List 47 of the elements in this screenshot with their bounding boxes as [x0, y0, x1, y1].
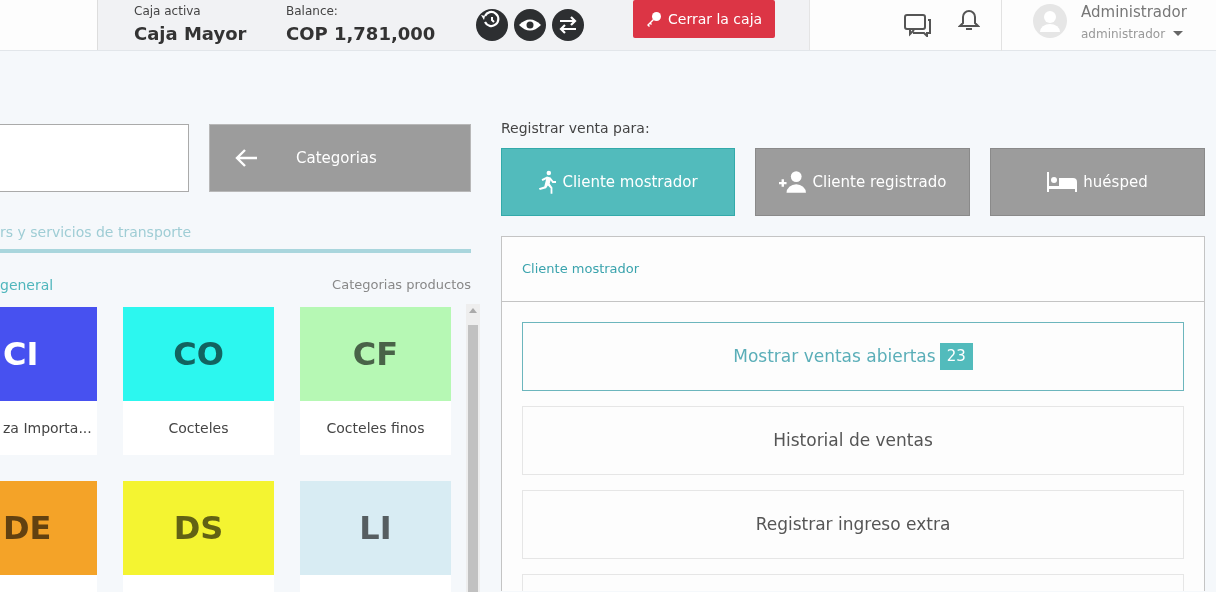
menu-option[interactable]: Historial de ventas [522, 406, 1184, 475]
eye-icon[interactable] [514, 9, 546, 41]
count-badge: 23 [939, 343, 973, 370]
search-field[interactable] [0, 124, 189, 192]
tile-initials: CI [3, 334, 39, 375]
bell-icon[interactable] [958, 8, 980, 32]
panel-title: Cliente mostrador [522, 260, 640, 279]
breadcrumb-link[interactable]: general [0, 275, 54, 296]
menu-option[interactable]: Mostrar ventas abiertas 23 [522, 322, 1184, 391]
active-register-label: Caja activa [134, 4, 202, 18]
tile-initials: DS [173, 508, 224, 549]
running-person-icon [538, 170, 557, 194]
customer-type-button[interactable]: Cliente registrado [755, 148, 970, 216]
add-user-icon [778, 171, 807, 193]
arrow-left-icon [234, 148, 258, 168]
tile-initials: CO [173, 334, 224, 375]
user-role: administrador [1081, 26, 1166, 44]
tile-initials: DE [3, 508, 52, 549]
tile-initials: CF [352, 334, 399, 375]
key-icon [646, 11, 662, 27]
caret-icon[interactable] [1173, 31, 1184, 38]
user-name: Administrador [1081, 1, 1187, 23]
category-tile[interactable]: DS [123, 481, 274, 592]
balance-label: Balance: [286, 4, 339, 18]
bed-icon [1047, 172, 1078, 192]
scrollbar[interactable] [466, 304, 480, 592]
menu-option[interactable]: Registrar ingreso extra [522, 490, 1184, 559]
categories-button[interactable]: Categorias [209, 124, 471, 192]
register-for-label: Registrar venta para: [501, 119, 651, 138]
section-title: Categorias productos [332, 276, 471, 294]
tile-label: za Importa... [3, 418, 92, 438]
customer-type-button[interactable]: huésped [990, 148, 1205, 216]
tile-label: Cocteles [168, 418, 229, 438]
customer-type-button[interactable]: Cliente mostrador [501, 148, 735, 216]
category-tile[interactable]: LI [300, 481, 451, 592]
category-tile[interactable]: DE [0, 481, 97, 592]
balance-value: COP 1,781,000 [286, 21, 437, 46]
close-register-button[interactable]: Cerrar la caja [633, 0, 776, 38]
category-tile[interactable]: CI za Importa... [0, 307, 97, 455]
history-icon[interactable] [476, 9, 508, 41]
tile-label: Cocteles finos [326, 418, 425, 438]
active-register: Caja Mayor [134, 21, 248, 46]
tile-initials: LI [359, 508, 392, 549]
swap-icon[interactable] [552, 9, 584, 41]
chat-icon[interactable] [904, 13, 932, 37]
category-tile[interactable]: CF Cocteles finos [300, 307, 451, 455]
category-tile[interactable]: CO Cocteles [123, 307, 274, 455]
